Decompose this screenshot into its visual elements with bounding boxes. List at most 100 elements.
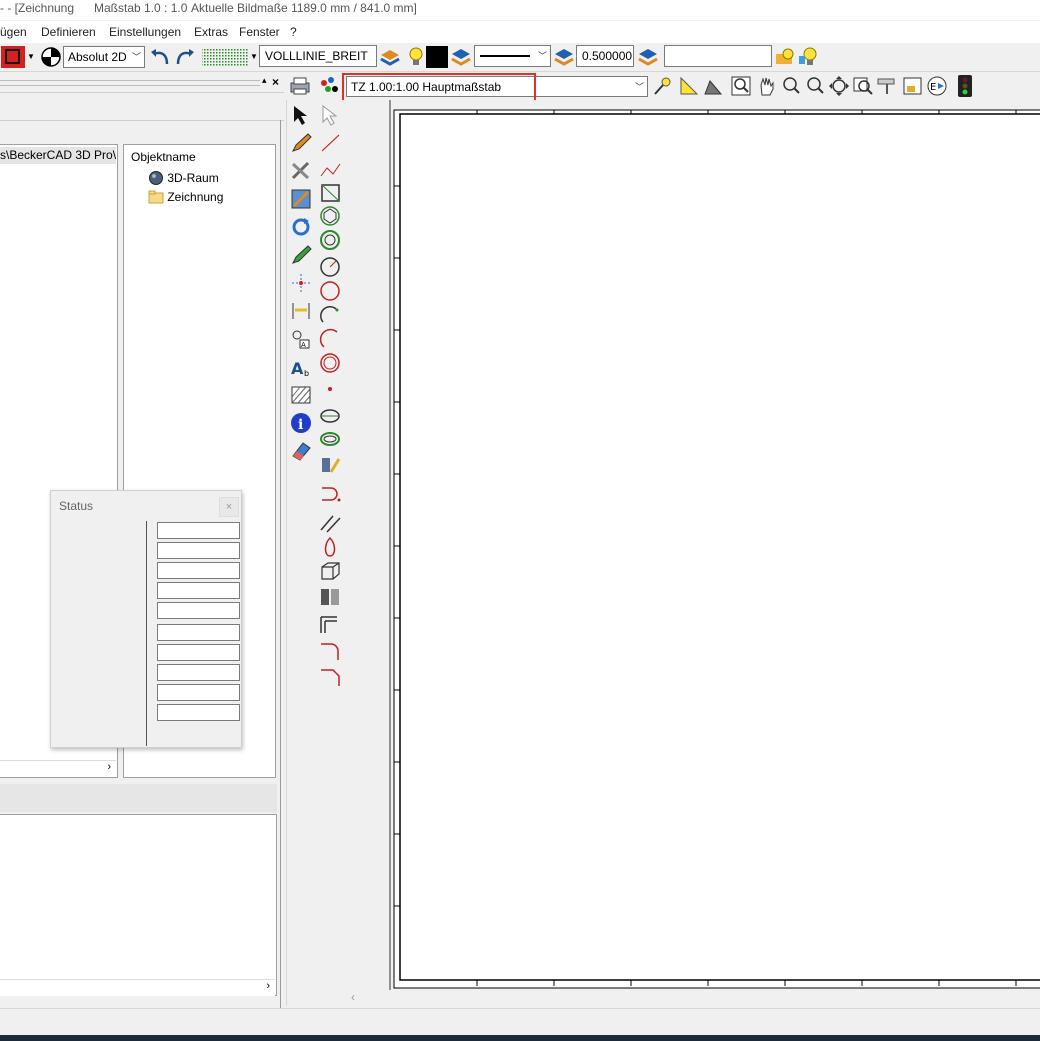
color-swatch-black[interactable] xyxy=(426,46,448,68)
panel-close-icon[interactable]: × xyxy=(272,75,279,89)
grid-dropdown-icon[interactable]: ▼ xyxy=(250,52,258,61)
menu-einfuegen[interactable]: ügen xyxy=(0,25,27,39)
panel-pin-icon[interactable]: ▴ xyxy=(262,75,267,86)
chevron-right-icon[interactable]: › xyxy=(107,761,111,773)
layer-icon-2[interactable] xyxy=(637,46,659,68)
status-field-6 xyxy=(157,624,240,641)
dimension-icon[interactable] xyxy=(290,300,314,322)
circle-concentric-icon[interactable] xyxy=(319,229,343,251)
menu-definieren[interactable]: Definieren xyxy=(41,25,96,39)
drawing-properties-icon[interactable] xyxy=(902,75,924,97)
status-field-10 xyxy=(157,704,240,721)
measure-tool-icon[interactable] xyxy=(702,75,724,97)
circle-icon[interactable] xyxy=(319,280,343,302)
panel-split-icon[interactable] xyxy=(319,586,343,608)
redo-icon[interactable] xyxy=(174,46,196,68)
drawing-sheet[interactable] xyxy=(346,100,1040,990)
grid-pattern-icon[interactable] xyxy=(201,46,249,68)
color-dots-icon[interactable] xyxy=(318,75,342,97)
pan-hand-icon[interactable] xyxy=(756,75,778,97)
snap-mode-icon[interactable] xyxy=(40,46,62,68)
horizontal-scrollbar[interactable]: › xyxy=(0,760,116,777)
menu-help[interactable]: ? xyxy=(290,25,297,39)
hatch-icon[interactable] xyxy=(290,384,314,406)
zoom-in-icon[interactable] xyxy=(780,75,802,97)
box-3d-icon[interactable] xyxy=(319,560,343,582)
chevron-down-icon: ﹀ xyxy=(537,51,547,61)
tools-icon[interactable] xyxy=(290,160,314,182)
eraser-icon[interactable] xyxy=(290,440,314,462)
canvas-horizontal-scrollbar[interactable]: ‹ xyxy=(346,990,1040,1006)
layer-blue-icon[interactable] xyxy=(450,46,472,68)
parallel-lines-icon[interactable] xyxy=(319,512,343,534)
zoom-previous-icon[interactable] xyxy=(852,75,874,97)
line-icon[interactable] xyxy=(319,132,343,154)
polygon-icon[interactable] xyxy=(319,205,343,227)
menu-fenster[interactable]: Fenster xyxy=(239,25,280,39)
rotate-icon[interactable] xyxy=(290,216,314,238)
snap-point-icon[interactable] xyxy=(290,272,314,294)
color-dropdown-icon[interactable]: ▼ xyxy=(27,52,35,61)
arc-icon[interactable] xyxy=(319,304,343,326)
title-prefix: - - [Zeichnung xyxy=(0,1,75,15)
drawing-canvas[interactable] xyxy=(346,100,1040,1006)
coord-mode-select[interactable]: Absolut 2D ﹀ xyxy=(63,46,145,68)
triangle-ruler-icon[interactable] xyxy=(678,75,700,97)
point-icon[interactable] xyxy=(319,378,343,400)
arc-3point-icon[interactable] xyxy=(319,328,343,350)
select-outline-icon[interactable] xyxy=(319,104,343,126)
text-icon[interactable]: Ab xyxy=(290,356,314,378)
chevron-left-icon[interactable]: ‹ xyxy=(351,990,355,1004)
edit-pen-icon[interactable] xyxy=(290,244,314,266)
lightbulb-layers-icon[interactable] xyxy=(798,46,820,68)
offset-icon[interactable] xyxy=(319,614,343,636)
text-settings-icon[interactable]: A xyxy=(290,328,314,350)
chamfer-icon[interactable] xyxy=(319,666,343,688)
info-icon[interactable]: i xyxy=(290,412,314,434)
object-item-zeichnung[interactable]: Zeichnung xyxy=(148,189,223,207)
layer-manager-icon[interactable] xyxy=(774,46,796,68)
paint-roller-icon[interactable] xyxy=(876,75,898,97)
circle-radius-icon[interactable] xyxy=(319,256,343,278)
rectangle-icon[interactable] xyxy=(319,182,343,204)
menu-einstellungen[interactable]: Einstellungen xyxy=(109,25,181,39)
undo-icon[interactable] xyxy=(149,46,171,68)
layer-stack-icon[interactable] xyxy=(379,46,401,68)
layer-width-icon[interactable] xyxy=(553,46,575,68)
panel-grip[interactable] xyxy=(0,80,260,86)
scale-select[interactable]: TZ 1.00:1.00 Hauptmaßstab ﹀ xyxy=(346,76,648,97)
zoom-out-icon[interactable] xyxy=(804,75,826,97)
color-picker-button[interactable] xyxy=(1,46,25,68)
ellipse-icon[interactable] xyxy=(319,404,343,426)
print-icon[interactable] xyxy=(288,75,312,97)
spline-pen-icon[interactable] xyxy=(319,454,343,476)
line-width-field[interactable]: 0.500000 xyxy=(576,45,634,67)
ellipse-rect-icon[interactable] xyxy=(319,428,343,450)
menu-extras[interactable]: Extras xyxy=(194,25,228,39)
line-style-select[interactable]: ﹀ xyxy=(474,45,551,67)
traffic-light-icon[interactable] xyxy=(958,75,972,97)
pin-search-icon[interactable] xyxy=(652,75,674,97)
properties-view[interactable]: › xyxy=(0,814,277,996)
path-entry[interactable]: s\BeckerCAD 3D Pro\ xyxy=(0,147,116,164)
select-arrow-icon[interactable] xyxy=(290,104,314,126)
lightbulb-icon[interactable] xyxy=(403,46,425,68)
circle-double-icon[interactable] xyxy=(319,352,343,374)
chevron-right-icon[interactable]: › xyxy=(266,980,270,992)
polyline-icon[interactable] xyxy=(319,160,343,182)
line-type-field[interactable]: VOLLLINIE_BREIT xyxy=(259,45,377,67)
modify-icon[interactable] xyxy=(290,188,314,210)
svg-text:E: E xyxy=(930,82,936,93)
zoom-all-icon[interactable] xyxy=(828,75,850,97)
taskbar-edge xyxy=(0,1035,1040,1041)
pencil-icon[interactable] xyxy=(290,132,314,154)
zoom-window-icon[interactable] xyxy=(730,75,752,97)
contour-icon[interactable] xyxy=(319,484,343,506)
status-close-button[interactable]: × xyxy=(219,497,239,517)
egg-shape-icon[interactable] xyxy=(319,536,343,558)
layer-name-field[interactable] xyxy=(664,45,772,67)
fillet-icon[interactable] xyxy=(319,640,343,662)
object-item-3d-raum[interactable]: 3D-Raum xyxy=(148,170,219,188)
horizontal-scrollbar[interactable]: › xyxy=(0,979,275,996)
export-icon[interactable]: E xyxy=(926,75,948,97)
